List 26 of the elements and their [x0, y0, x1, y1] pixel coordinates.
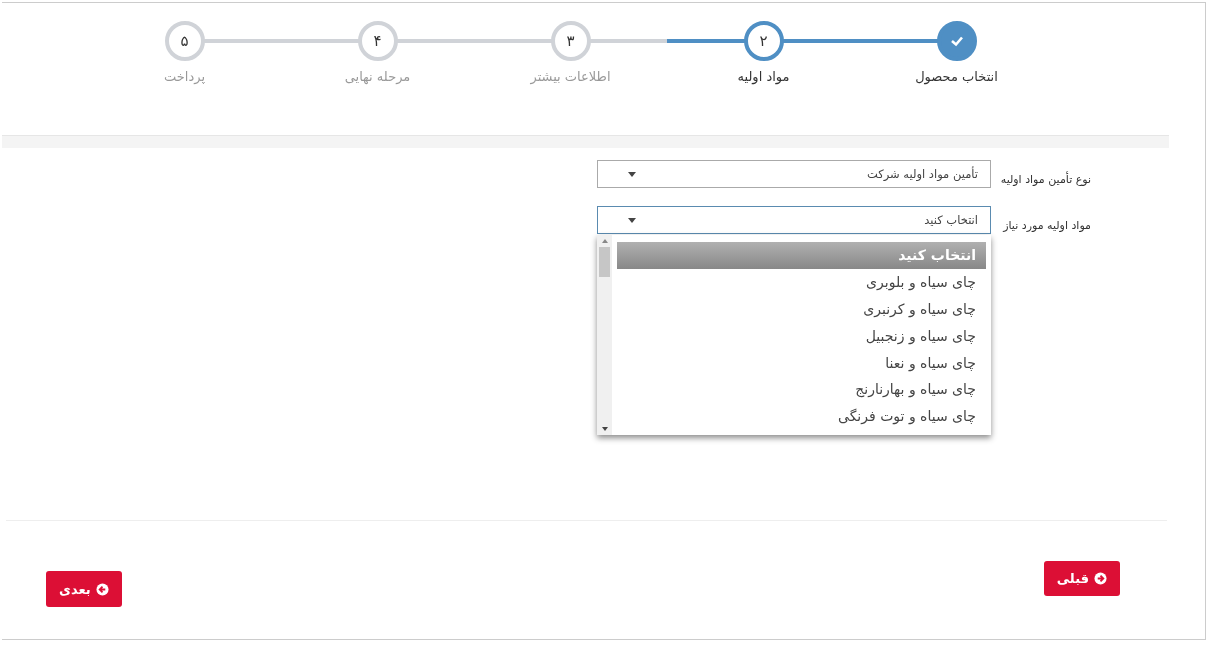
dropdown-option[interactable]: چای سیاه و زنجبیل [617, 322, 986, 350]
dropdown-option[interactable]: چای سیاه و کرنبری [617, 295, 986, 323]
dropdown-option[interactable]: چای سیاه و بلوبری [617, 268, 986, 296]
dropdown-option[interactable]: چای سیاه و نعنا [617, 349, 986, 376]
step-label: انتخاب محصول [915, 69, 998, 84]
step-label: مرحله نهایی [344, 69, 411, 84]
check-icon [949, 35, 964, 47]
step-circle: ۴ [357, 21, 398, 61]
arrow-circle-icon [1094, 572, 1107, 585]
step-label: اطلاعات بیشتر [530, 69, 611, 84]
previous-button[interactable]: قبلی [1043, 561, 1120, 596]
step-circle: ۵ [164, 21, 205, 61]
caret-icon [628, 171, 636, 177]
dropdown-option[interactable]: چای سیاه و بهارنارنج [617, 376, 986, 403]
step-circle: ۳ [550, 21, 591, 61]
dropdown-option[interactable]: چای سیاه و توت فرنگی [617, 402, 986, 430]
dropdown-field[interactable]: تأمین مواد اولیه شرکت [597, 160, 991, 188]
step-label: پرداخت [164, 69, 205, 84]
step-circle: ۲ [743, 21, 784, 61]
next-button[interactable]: بعدی [46, 571, 122, 607]
scrollbar[interactable] [597, 235, 612, 435]
step-label: مواد اولیه [737, 69, 790, 84]
field-label: نوع تأمین مواد اولیه [999, 170, 1091, 186]
caret-icon [628, 217, 636, 223]
arrow-circle-icon [95, 582, 109, 596]
field-label: مواد اولیه مورد نیاز [1001, 217, 1091, 232]
